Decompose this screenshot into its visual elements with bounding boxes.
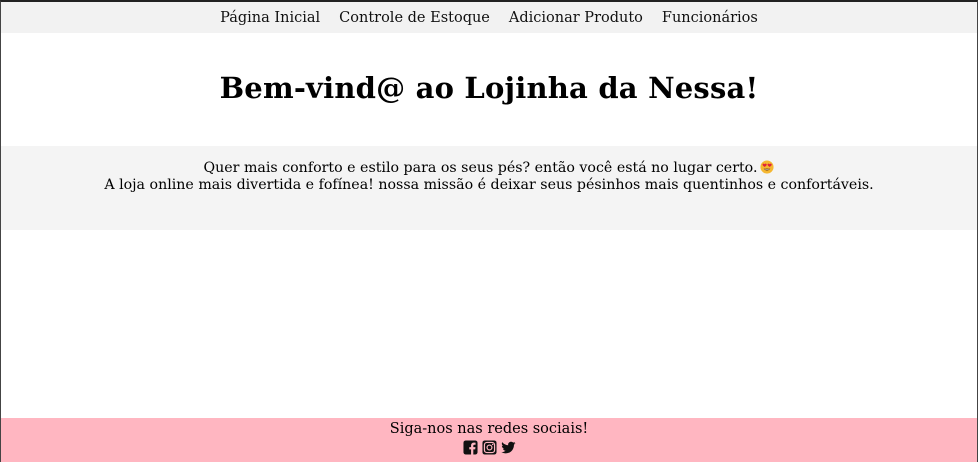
page: Página Inicial Controle de Estoque Adici… <box>0 0 978 462</box>
footer-text: Siga-nos nas redes sociais! <box>389 421 589 437</box>
intro-section: Quer mais conforto e estilo para os seus… <box>1 146 977 230</box>
twitter-icon[interactable] <box>500 440 516 455</box>
nav-link-adicionar-produto[interactable]: Adicionar Produto <box>509 10 643 26</box>
nav-link-pagina-inicial[interactable]: Página Inicial <box>220 10 320 26</box>
hero-section: Bem-vind@ ao Lojinha da Nessa! <box>1 33 977 146</box>
intro-line-2: A loja online mais divertida e fofínea! … <box>104 177 874 193</box>
nav-link-funcionarios[interactable]: Funcionários <box>662 10 758 26</box>
nav-link-controle-de-estoque[interactable]: Controle de Estoque <box>339 10 490 26</box>
intro-line-1: Quer mais conforto e estilo para os seus… <box>1 160 977 177</box>
page-title: Bem-vind@ ao Lojinha da Nessa! <box>219 70 759 105</box>
intro-line-1-text: Quer mais conforto e estilo para os seus… <box>203 160 758 176</box>
instagram-icon[interactable] <box>481 440 497 455</box>
top-navbar: Página Inicial Controle de Estoque Adici… <box>1 2 977 33</box>
footer: Siga-nos nas redes sociais! <box>1 418 977 462</box>
facebook-icon[interactable] <box>462 440 478 455</box>
social-links <box>1 440 977 455</box>
heart-eyes-emoji-icon <box>760 160 775 174</box>
